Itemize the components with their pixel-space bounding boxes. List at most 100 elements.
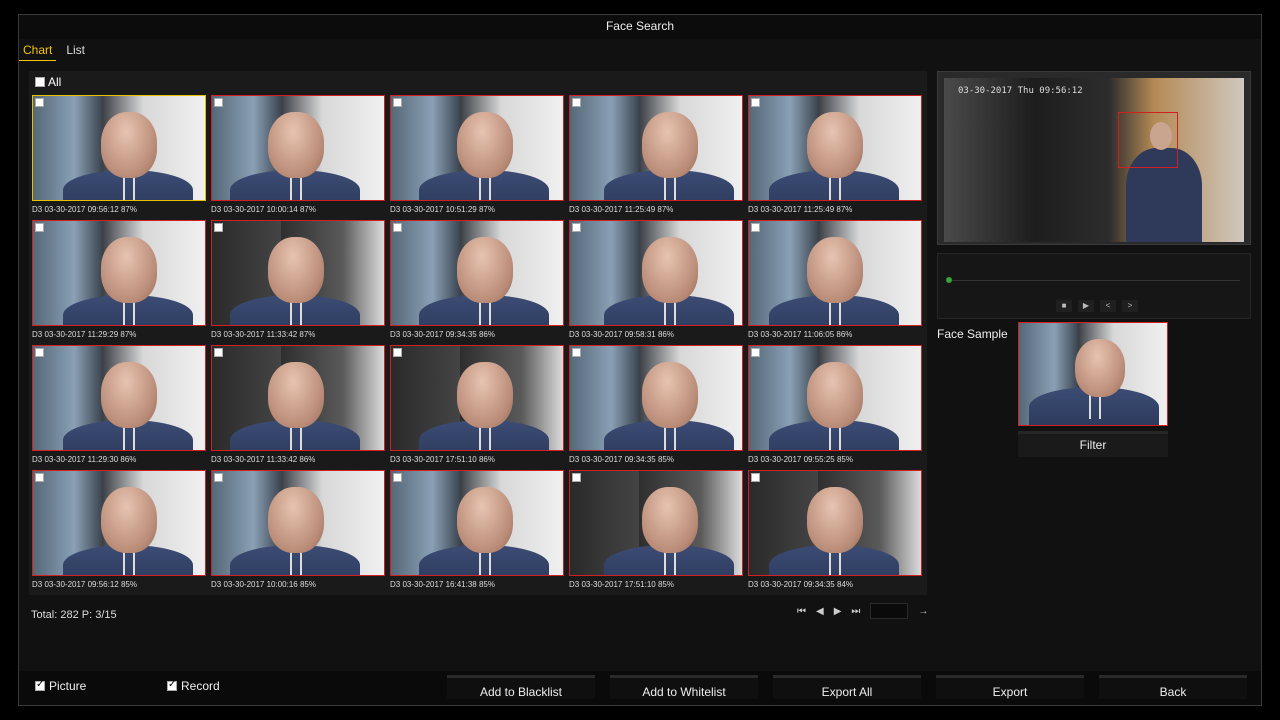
result-thumbnail[interactable]: D3 03-30-2017 09:34:35 84% [748, 470, 922, 594]
face-capture-image[interactable] [211, 220, 385, 326]
result-thumbnail[interactable]: D3 03-30-2017 09:34:35 86% [390, 220, 564, 344]
result-thumbnail[interactable]: D3 03-30-2017 11:25:49 87% [569, 95, 743, 219]
face-capture-image[interactable] [32, 470, 206, 576]
face-capture-image[interactable] [569, 95, 743, 201]
face-capture-image[interactable] [211, 345, 385, 451]
result-checkbox[interactable] [393, 98, 402, 107]
result-caption: D3 03-30-2017 09:55:25 85% [748, 455, 853, 464]
result-thumbnail[interactable]: D3 03-30-2017 09:58:31 86% [569, 220, 743, 344]
result-checkbox[interactable] [214, 348, 223, 357]
face-capture-image[interactable] [32, 345, 206, 451]
result-caption: D3 03-30-2017 09:56:12 85% [32, 580, 137, 589]
result-thumbnail[interactable]: D3 03-30-2017 11:33:42 87% [211, 220, 385, 344]
result-checkbox[interactable] [572, 223, 581, 232]
picture-label: Picture [49, 679, 87, 693]
back-button[interactable]: Back [1099, 675, 1247, 699]
result-thumbnail[interactable]: D3 03-30-2017 09:34:35 85% [569, 345, 743, 469]
result-checkbox[interactable] [214, 473, 223, 482]
result-checkbox[interactable] [35, 98, 44, 107]
result-checkbox[interactable] [35, 473, 44, 482]
result-caption: D3 03-30-2017 11:06:05 86% [748, 330, 853, 339]
result-thumbnail[interactable]: D3 03-30-2017 11:33:42 86% [211, 345, 385, 469]
result-checkbox[interactable] [572, 348, 581, 357]
result-thumbnail[interactable]: D3 03-30-2017 17:51:10 86% [390, 345, 564, 469]
face-capture-image[interactable] [390, 220, 564, 326]
result-thumbnail[interactable]: D3 03-30-2017 16:41:38 85% [390, 470, 564, 594]
select-all[interactable]: All [35, 75, 61, 89]
result-thumbnail[interactable]: D3 03-30-2017 11:29:29 87% [32, 220, 206, 344]
face-detection-box [1118, 112, 1178, 168]
result-caption: D3 03-30-2017 11:33:42 87% [211, 330, 316, 339]
result-checkbox[interactable] [751, 473, 760, 482]
result-checkbox[interactable] [751, 98, 760, 107]
result-checkbox[interactable] [35, 223, 44, 232]
face-capture-image[interactable] [569, 220, 743, 326]
result-caption: D3 03-30-2017 09:34:35 86% [390, 330, 495, 339]
add-to-whitelist-button[interactable]: Add to Whitelist [610, 675, 758, 699]
result-checkbox[interactable] [751, 348, 760, 357]
result-checkbox[interactable] [572, 98, 581, 107]
face-capture-image[interactable] [390, 95, 564, 201]
result-thumbnail[interactable]: D3 03-30-2017 17:51:10 85% [569, 470, 743, 594]
playback-progress-track[interactable] [948, 280, 1240, 281]
select-all-checkbox[interactable] [35, 77, 45, 87]
result-caption: D3 03-30-2017 11:29:30 86% [32, 455, 137, 464]
page-number-input[interactable] [870, 603, 909, 619]
export-all-button[interactable]: Export All [773, 675, 921, 699]
face-capture-image[interactable] [390, 470, 564, 576]
result-thumbnail[interactable]: D3 03-30-2017 11:25:49 87% [748, 95, 922, 219]
face-capture-image[interactable] [390, 345, 564, 451]
face-capture-image[interactable] [32, 220, 206, 326]
result-checkbox[interactable] [393, 473, 402, 482]
prev-page-icon[interactable]: ◀ [816, 606, 824, 617]
result-checkbox[interactable] [393, 348, 402, 357]
preview-video-frame[interactable]: 03-30-2017 Thu 09:56:12 [944, 78, 1244, 242]
result-checkbox[interactable] [751, 223, 760, 232]
next-page-icon[interactable]: ▶ [834, 606, 842, 617]
add-to-blacklist-button[interactable]: Add to Blacklist [447, 675, 595, 699]
result-checkbox[interactable] [35, 348, 44, 357]
step-back-icon[interactable]: < [1100, 300, 1116, 312]
face-capture-image[interactable] [748, 345, 922, 451]
result-thumbnail[interactable]: D3 03-30-2017 10:51:29 87% [390, 95, 564, 219]
tab-chart[interactable]: Chart [19, 41, 57, 61]
filter-button[interactable]: Filter [1018, 431, 1168, 457]
result-thumbnail[interactable]: D3 03-30-2017 09:56:12 87% [32, 95, 206, 219]
playback-panel: ■ ▶ < > [937, 253, 1251, 319]
result-thumbnail[interactable]: D3 03-30-2017 09:55:25 85% [748, 345, 922, 469]
face-capture-image[interactable] [211, 95, 385, 201]
record-option[interactable]: Record [167, 679, 220, 693]
face-capture-image[interactable] [748, 470, 922, 576]
video-preview: 03-30-2017 Thu 09:56:12 [937, 71, 1251, 245]
picture-option[interactable]: Picture [35, 679, 86, 693]
face-capture-image[interactable] [748, 95, 922, 201]
picture-checkbox[interactable] [35, 679, 45, 691]
face-capture-image[interactable] [569, 345, 743, 451]
result-thumbnail[interactable]: D3 03-30-2017 11:29:30 86% [32, 345, 206, 469]
face-capture-image[interactable] [569, 470, 743, 576]
face-capture-image[interactable] [211, 470, 385, 576]
result-thumbnail[interactable]: D3 03-30-2017 11:06:05 86% [748, 220, 922, 344]
play-icon[interactable]: ▶ [1078, 300, 1094, 312]
export-button[interactable]: Export [936, 675, 1084, 699]
result-thumbnail[interactable]: D3 03-30-2017 09:56:12 85% [32, 470, 206, 594]
result-caption: D3 03-30-2017 09:34:35 85% [569, 455, 674, 464]
result-thumbnail[interactable]: D3 03-30-2017 10:00:16 85% [211, 470, 385, 594]
result-thumbnail[interactable]: D3 03-30-2017 10:00:14 87% [211, 95, 385, 219]
record-checkbox[interactable] [167, 679, 177, 691]
step-forward-icon[interactable]: > [1122, 300, 1138, 312]
go-arrow-icon[interactable]: → [918, 606, 928, 617]
face-capture-image[interactable] [748, 220, 922, 326]
view-tabs: Chart List [19, 41, 95, 61]
result-checkbox[interactable] [214, 98, 223, 107]
last-page-icon[interactable]: ⏭ [851, 606, 860, 617]
tab-list[interactable]: List [62, 41, 89, 61]
first-page-icon[interactable]: ⏮ [797, 606, 806, 617]
result-checkbox[interactable] [214, 223, 223, 232]
face-capture-image[interactable] [32, 95, 206, 201]
result-checkbox[interactable] [393, 223, 402, 232]
playback-progress-handle[interactable] [946, 277, 952, 283]
record-label: Record [181, 679, 220, 693]
result-checkbox[interactable] [572, 473, 581, 482]
stop-icon[interactable]: ■ [1056, 300, 1072, 312]
